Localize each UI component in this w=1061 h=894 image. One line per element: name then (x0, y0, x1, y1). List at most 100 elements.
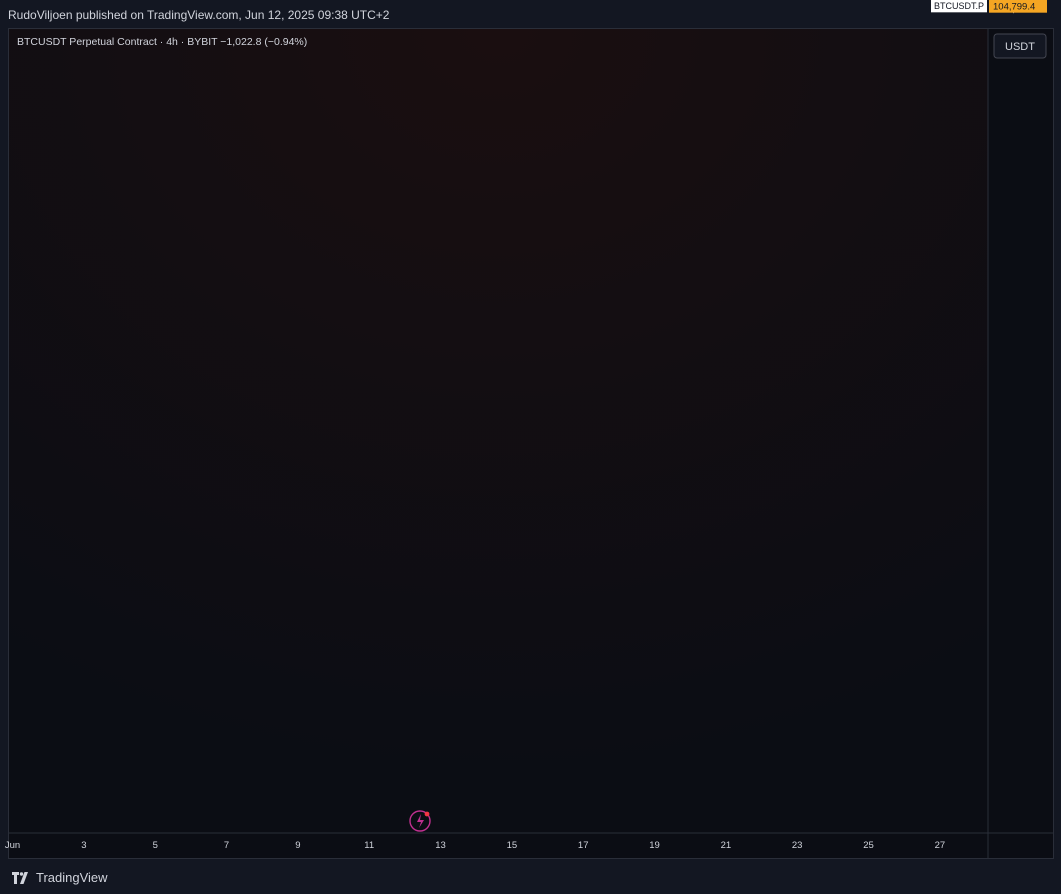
time-tick-label: 23 (792, 840, 803, 851)
candle-body[interactable] (147, 6, 151, 7)
candle-body[interactable] (159, 6, 163, 7)
projection-path[interactable] (191, 0, 988, 7)
candle-body[interactable] (106, 6, 110, 7)
candle-body[interactable] (129, 6, 133, 7)
candle-body[interactable] (314, 5, 318, 6)
candle-body[interactable] (337, 5, 341, 6)
candle-body[interactable] (64, 6, 68, 7)
candle-body[interactable] (230, 6, 234, 7)
time-tick-label: 11 (364, 840, 374, 851)
blue-channel-line[interactable] (9, 4, 988, 8)
candle-body[interactable] (165, 6, 169, 7)
candle-body[interactable] (296, 6, 300, 7)
candle-body[interactable] (391, 5, 395, 6)
symbol-price-tag-label: BTCUSDT.P (934, 1, 984, 11)
stop-zone-box[interactable] (405, 5, 651, 6)
candle-body[interactable] (135, 6, 139, 7)
candle-body[interactable] (22, 6, 26, 7)
candle-body[interactable] (278, 6, 282, 7)
candle-body[interactable] (260, 6, 264, 7)
candle-body[interactable] (409, 5, 413, 6)
blue-channel-line[interactable] (9, 3, 988, 7)
candle-body[interactable] (367, 5, 371, 6)
candle-body[interactable] (355, 5, 359, 6)
candle-body[interactable] (302, 6, 306, 7)
channel-arrow-icon (554, 2, 560, 9)
candle-body[interactable] (397, 5, 401, 6)
candle-body[interactable] (242, 6, 246, 7)
wave-label: 3 (728, 0, 739, 6)
candle-body[interactable] (70, 6, 74, 7)
candle-body[interactable] (100, 6, 104, 7)
candle-body[interactable] (325, 5, 329, 6)
time-tick-label: 13 (435, 840, 446, 851)
candle-body[interactable] (58, 6, 62, 7)
time-tick-label: 9 (295, 840, 300, 851)
blue-channel-line[interactable] (9, 2, 988, 6)
currency-label[interactable]: USDT (1005, 41, 1035, 53)
candle-body[interactable] (17, 6, 21, 7)
candle-body[interactable] (201, 7, 205, 8)
candle-body[interactable] (46, 6, 50, 7)
candle-body[interactable] (308, 6, 312, 7)
candle-body[interactable] (248, 6, 252, 7)
candle-body[interactable] (284, 6, 288, 7)
time-tick-label: 19 (649, 840, 660, 851)
candle-body[interactable] (189, 7, 193, 8)
candle-body[interactable] (379, 5, 383, 6)
candle-body[interactable] (266, 6, 270, 7)
candle-body[interactable] (76, 6, 80, 7)
candle-body[interactable] (320, 5, 324, 6)
candle-body[interactable] (343, 5, 347, 6)
white-channel-line[interactable] (9, 0, 988, 3)
candle-body[interactable] (124, 6, 128, 7)
candle-body[interactable] (373, 5, 377, 6)
candle-body[interactable] (218, 6, 222, 7)
time-tick-label: Jun (5, 840, 20, 851)
time-tick-label: 7 (224, 840, 229, 851)
candle-body[interactable] (94, 6, 98, 7)
white-channel-line[interactable] (9, 1, 988, 3)
currency-button[interactable]: USDT (993, 33, 1047, 59)
candle-body[interactable] (224, 6, 228, 7)
candle-body[interactable] (88, 6, 92, 7)
candle-body[interactable] (177, 6, 181, 7)
symbol-legend: BTCUSDT Perpetual Contract · 4h · BYBIT … (17, 36, 307, 48)
candle-body[interactable] (331, 5, 335, 6)
price-chart[interactable]: 1234LONG : TP 01 @ 60% Of ENTRY POSITION… (0, 0, 1061, 894)
time-tick-label: 3 (81, 840, 86, 851)
candle-body[interactable] (349, 5, 353, 6)
candle-body[interactable] (403, 5, 407, 6)
candle-body[interactable] (82, 6, 86, 7)
candle-body[interactable] (34, 6, 38, 7)
wave-label: 1 (384, 0, 395, 9)
candle-body[interactable] (117, 6, 121, 7)
candle-body[interactable] (254, 6, 258, 7)
candle-body[interactable] (361, 5, 365, 6)
channel-arrow-icon (151, 0, 157, 5)
candle-body[interactable] (28, 6, 32, 7)
candle-body[interactable] (236, 6, 240, 7)
target-zone-box[interactable] (405, 1, 651, 6)
candle-body[interactable] (183, 6, 187, 7)
candle-body[interactable] (141, 6, 145, 7)
wave-label: 4 (858, 0, 869, 8)
candle-body[interactable] (10, 6, 14, 7)
candle-body[interactable] (213, 6, 217, 7)
candle-body[interactable] (385, 5, 389, 6)
candle-body[interactable] (207, 7, 211, 8)
channel-arrow-icon (818, 0, 824, 4)
candle-body[interactable] (195, 7, 199, 8)
wave-label: 2 (496, 0, 507, 11)
candle-body[interactable] (40, 6, 44, 7)
candle-body[interactable] (111, 6, 115, 7)
candle-body[interactable] (272, 6, 276, 7)
time-tick-label: 21 (721, 840, 732, 851)
red-moving-average-band (9, 0, 869, 2)
white-channel-line[interactable] (9, 0, 926, 2)
chart-overlays: 130,120.9120,036.5BTCUSDT.P107,588.3+2.9… (931, 0, 1047, 13)
candle-body[interactable] (153, 6, 157, 7)
candle-body[interactable] (171, 6, 175, 7)
candle-body[interactable] (52, 6, 56, 7)
candle-body[interactable] (290, 6, 294, 7)
